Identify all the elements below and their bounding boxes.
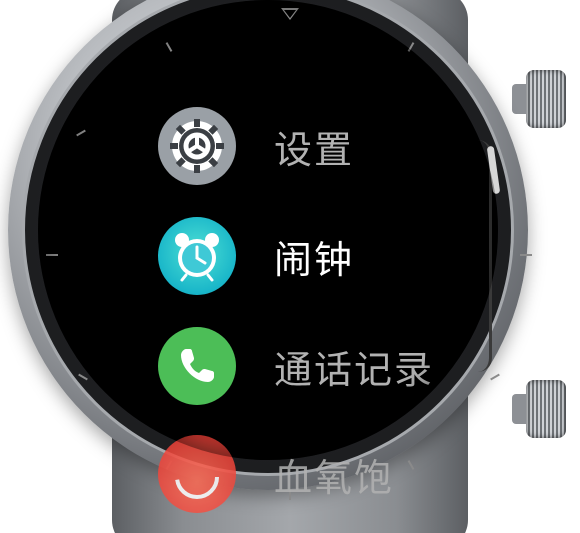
menu-item-label: 血氧饱 — [274, 455, 395, 500]
tick-mark — [520, 254, 532, 256]
phone-icon — [158, 327, 236, 405]
menu-item-settings[interactable]: 设置 — [158, 106, 354, 186]
menu-item-alarm[interactable]: 闹钟 — [158, 216, 354, 296]
blood-oxygen-icon — [158, 435, 236, 513]
top-indicator-triangle — [281, 8, 299, 20]
menu-item-call-log[interactable]: 通话记录 — [158, 326, 434, 406]
menu-item-label: 设置 — [274, 127, 355, 172]
menu-item-label: 闹钟 — [274, 237, 355, 282]
bottom-crown-button[interactable] — [526, 380, 566, 438]
menu-item-blood-oxygen[interactable]: 血氧饱 — [158, 434, 394, 514]
tick-mark — [490, 373, 500, 381]
settings-gear-icon — [158, 107, 236, 185]
tick-mark — [46, 254, 58, 256]
smartwatch-mockup: 设置 闹钟 通话记录 血氧饱 — [0, 0, 580, 533]
alarm-clock-icon — [158, 217, 236, 295]
top-crown-button[interactable] — [526, 70, 566, 128]
menu-item-label: 通话记录 — [274, 347, 435, 392]
